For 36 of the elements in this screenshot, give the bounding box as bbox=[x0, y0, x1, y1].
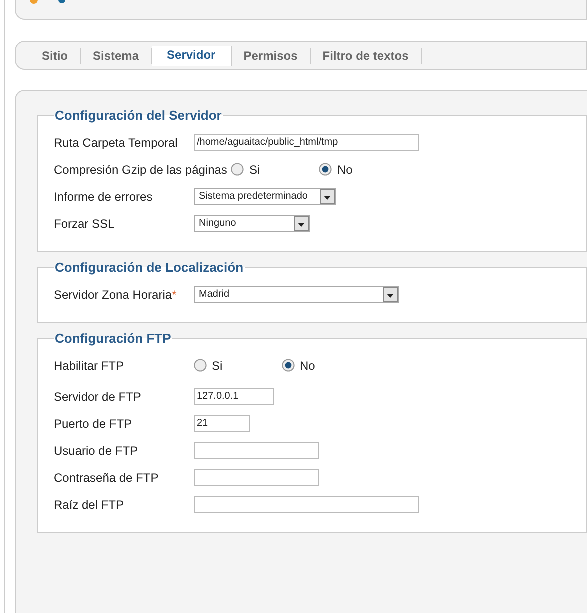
field-label: Servidor Zona Horaria* bbox=[54, 288, 178, 302]
input-field[interactable] bbox=[194, 442, 319, 459]
radio-label: Si bbox=[249, 162, 260, 176]
select-field[interactable]: Madrid bbox=[194, 286, 399, 303]
field-label: Ruta Carpeta Temporal bbox=[54, 136, 179, 150]
field-label: Usuario de FTP bbox=[54, 444, 140, 458]
tab[interactable]: Servidor bbox=[152, 46, 232, 66]
tab[interactable]: Sitio bbox=[30, 48, 81, 64]
tab[interactable]: Permisos bbox=[232, 48, 311, 64]
logo-icon bbox=[30, 0, 66, 6]
input-field[interactable] bbox=[194, 469, 319, 486]
field-label: Compresión Gzip de las páginas bbox=[54, 162, 228, 176]
field-label: Habilitar FTP bbox=[54, 358, 126, 372]
radio-label: No bbox=[337, 162, 353, 176]
radio-button[interactable] bbox=[319, 163, 332, 176]
radio-button[interactable] bbox=[282, 359, 295, 372]
field-label: Forzar SSL bbox=[54, 216, 116, 230]
select-field[interactable]: Sistema predeterminado bbox=[194, 188, 336, 205]
field-label: Servidor de FTP bbox=[54, 390, 142, 404]
select-field[interactable]: Ninguno bbox=[194, 215, 310, 232]
input-field[interactable]: 21 bbox=[194, 415, 250, 432]
section-title: Configuración del Servidor bbox=[54, 108, 223, 123]
radio-label: No bbox=[300, 358, 316, 372]
field-label: Contraseña de FTP bbox=[54, 470, 160, 484]
tab[interactable]: Filtro de textos bbox=[310, 48, 422, 64]
input-field[interactable]: /home/aguaitac/public_html/tmp bbox=[194, 134, 419, 151]
radio-button[interactable] bbox=[194, 359, 207, 372]
field-label: Informe de errores bbox=[54, 190, 154, 204]
input-field[interactable]: 127.0.0.1 bbox=[194, 388, 274, 405]
radio-button[interactable] bbox=[231, 163, 244, 176]
section-title: Configuración de Localización bbox=[54, 260, 245, 275]
input-field[interactable] bbox=[194, 496, 419, 513]
field-label: Raíz del FTP bbox=[54, 498, 126, 512]
field-label: Puerto de FTP bbox=[54, 416, 134, 430]
section-title: Configuración FTP bbox=[54, 331, 172, 346]
radio-label: Si bbox=[212, 358, 223, 372]
